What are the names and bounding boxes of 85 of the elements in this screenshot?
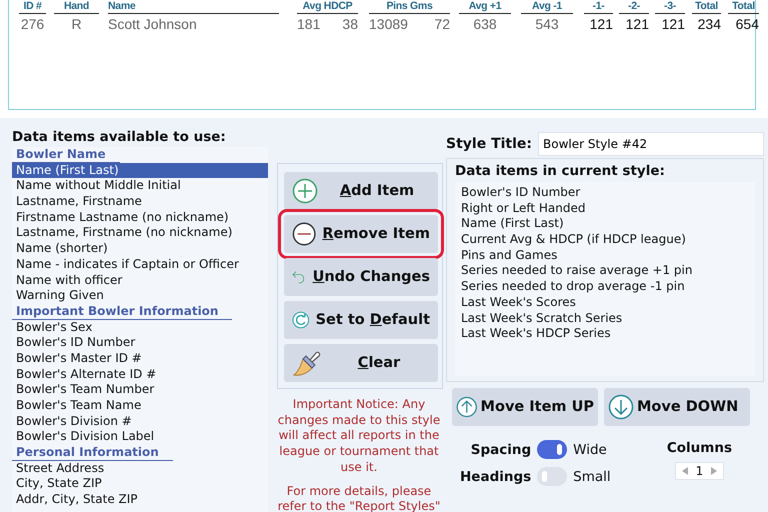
column-header: Avg +1: [459, 0, 511, 14]
table-cell-text: 181: [297, 15, 320, 34]
table-cell-text: 654: [734, 15, 759, 34]
list-item[interactable]: Current Avg & HDCP (if HDCP league): [457, 232, 755, 248]
up-arrow-circle-icon: [456, 394, 478, 420]
list-item[interactable]: Last Week's Scratch Series: [457, 310, 755, 326]
section-title: Data items in current style:: [455, 162, 666, 180]
table-cell-text: 72: [434, 15, 450, 34]
list-item[interactable]: Bowler's Team Number: [12, 382, 268, 398]
table-cell-text: 121: [588, 15, 613, 34]
table-cell-text: 276: [20, 15, 46, 34]
list-item[interactable]: Series needed to raise average +1 pin: [457, 263, 755, 280]
list-item[interactable]: Pins and Games: [457, 248, 755, 264]
list-item[interactable]: Bowler's Alternate ID #: [12, 366, 268, 382]
group-header: Personal Information: [12, 445, 173, 461]
toggle-switch[interactable]: [537, 440, 568, 459]
table-cell-text: 38: [342, 15, 358, 34]
column-header: Avg HDCP: [297, 0, 358, 14]
list-item[interactable]: Bowler's Team Name: [12, 398, 268, 414]
list-item[interactable]: Last Week's Scores: [457, 294, 755, 310]
toggle-value: Wide: [573, 442, 608, 458]
list-item[interactable]: Lastname, Firstname: [12, 194, 268, 210]
list-item[interactable]: Last Week's HDCP Series: [457, 326, 755, 342]
table-cell-text: 13089: [369, 15, 408, 34]
table-cell-text: R: [70, 15, 83, 34]
column-header: Pins Gms: [369, 0, 450, 14]
list-item[interactable]: Bowler's Sex: [12, 320, 268, 336]
table-cell-text: 121: [660, 15, 685, 34]
list-item[interactable]: Warning Given: [12, 288, 268, 304]
list-item[interactable]: Name with officer: [12, 272, 268, 288]
style-title-field[interactable]: Bowler Style #42: [538, 132, 764, 156]
toggle-value: Small: [573, 468, 611, 484]
table-cell-text: 234: [696, 15, 721, 34]
columns-spinner[interactable]: 1: [674, 462, 724, 480]
list-item[interactable]: Firstname Lastname (no nickname): [12, 210, 268, 226]
toggle-label: Headings: [460, 468, 532, 484]
list-item[interactable]: Name (shorter): [12, 241, 268, 257]
undo-button[interactable]: Undo Changes: [284, 258, 438, 296]
list-item[interactable]: Lastname, Firstname (no nickname): [12, 225, 268, 242]
list-item[interactable]: Right or Left Handed: [457, 200, 755, 216]
minus-circle-icon: [292, 221, 316, 247]
list-item[interactable]: Addr, City, State ZIP: [12, 492, 268, 508]
list-item[interactable]: Series needed to drop average -1 pin: [457, 279, 755, 295]
column-header: Hand: [54, 0, 99, 14]
table-cell-text: 121: [624, 15, 649, 34]
list-item[interactable]: Street Address: [12, 460, 268, 476]
down-arrow-circle-icon: [608, 394, 634, 420]
move-down-button[interactable]: Move DOWN: [604, 388, 750, 426]
column-header: -1-: [584, 0, 613, 14]
list-item[interactable]: Name (First Last): [12, 162, 268, 178]
left-arrow-icon[interactable]: [682, 467, 688, 475]
group-header: Important Bowler Information: [12, 304, 232, 320]
move-up-button[interactable]: Move Item UP: [452, 388, 598, 426]
column-header: Avg -1: [521, 0, 573, 14]
column-header: -3-: [655, 0, 685, 14]
column-header: ID #: [19, 0, 46, 14]
list-item[interactable]: Name without Middle Initial: [12, 178, 268, 194]
section-title: Data items available to use:: [12, 128, 227, 146]
list-item[interactable]: Bowler's ID Number: [457, 185, 755, 201]
column-header: -2-: [619, 0, 649, 14]
list-item[interactable]: Name - indicates if Captain or Officer: [12, 256, 268, 272]
clear-button[interactable]: Clear: [284, 344, 438, 382]
remove-button[interactable]: Remove Item: [284, 215, 438, 253]
column-header: Total: [728, 0, 759, 14]
list-item[interactable]: City, State ZIP: [12, 476, 268, 492]
notice-text: Important Notice: Any changes made to this style will affect all reports in the league or tournament that use it.: [276, 397, 442, 476]
table-cell-text: 638: [472, 15, 498, 34]
column-header: Name: [108, 0, 279, 14]
toggle-label: Spacing: [470, 442, 532, 458]
column-header: Total: [692, 0, 721, 14]
list-item[interactable]: Name (First Last): [457, 216, 755, 232]
default-button[interactable]: Set to Default: [284, 301, 438, 339]
toggle-switch[interactable]: [537, 467, 568, 486]
list-item[interactable]: Bowler's Division #: [12, 414, 268, 430]
list-item[interactable]: Bowler's ID Number: [12, 335, 268, 351]
field-label: Style Title:: [446, 136, 532, 152]
right-arrow-icon[interactable]: [711, 467, 718, 475]
table-cell-text: Scott Johnson: [108, 15, 198, 34]
plus-circle-icon: [292, 178, 318, 204]
columns-value: 1: [696, 464, 704, 478]
list-item[interactable]: Bowler's Master ID #: [12, 350, 268, 367]
add-button[interactable]: Add Item: [284, 172, 438, 210]
table-cell-text: 543: [534, 15, 560, 34]
columns-label: Columns: [666, 440, 732, 456]
list-item[interactable]: Bowler's Division Label: [12, 429, 268, 446]
